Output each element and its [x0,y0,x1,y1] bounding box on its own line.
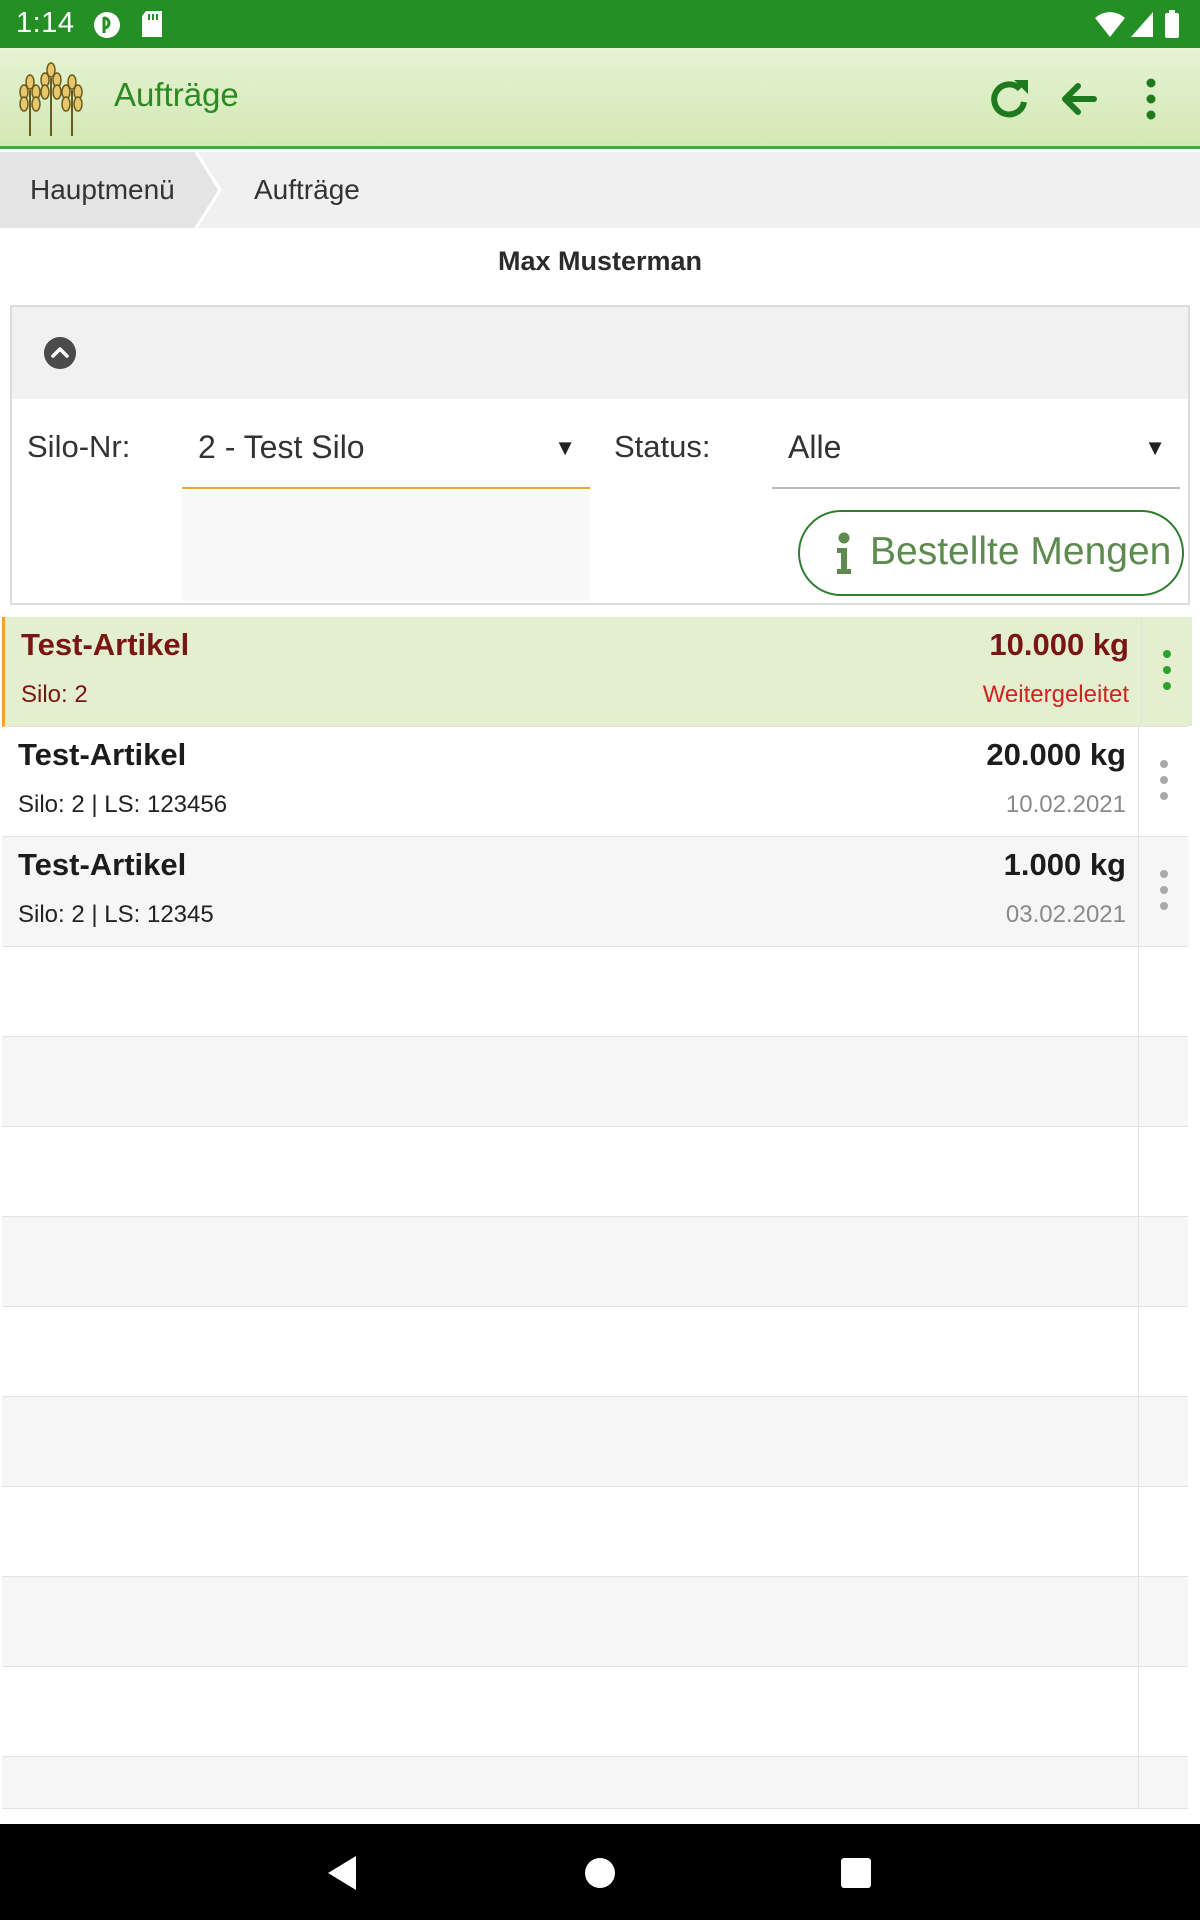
empty-row [2,1307,1188,1397]
empty-row [2,1487,1188,1577]
order-row[interactable]: Test-Artikel Silo: 2 10.000 kg Weitergel… [2,617,1192,727]
app-bar: Aufträge [0,48,1200,149]
status-time: 1:14 [16,7,75,39]
status-bar: 1:14 [0,0,1200,48]
sd-card-icon [142,11,162,37]
filter-panel: Silo-Nr: 2 - Test Silo ▼ Status: Alle ▼ … [10,305,1190,605]
order-row-content: Test-Artikel Silo: 2 | LS: 12345 1.000 k… [2,837,1138,946]
order-article: Test-Artikel [18,737,187,772]
more-vert-icon[interactable] [1157,757,1171,803]
empty-row [2,1667,1188,1757]
system-nav-bar [0,1824,1200,1920]
cell-signal-icon [1131,12,1153,37]
dropdown-arrow-icon: ▼ [1144,435,1166,460]
dropdown-arrow-icon: ▼ [554,435,576,460]
order-date: 03.02.2021 [1005,901,1126,928]
order-article: Test-Artikel [21,627,190,662]
battery-icon [1165,10,1179,38]
filter-panel-header [12,307,1188,399]
order-row[interactable]: Test-Artikel Silo: 2 | LS: 123456 20.000… [2,727,1188,837]
breadcrumb-home-label: Hauptmenü [30,174,175,205]
wheat-logo-icon [19,62,83,136]
order-details: Silo: 2 [21,681,88,708]
breadcrumb-current: Aufträge [254,174,360,205]
orders-list: Test-Artikel Silo: 2 10.000 kg Weitergel… [2,617,1192,1809]
status-label: Status: [614,429,711,464]
empty-row [2,1217,1188,1307]
order-quantity: 20.000 kg [986,737,1126,772]
more-vert-icon[interactable] [1126,74,1176,124]
empty-row [2,1757,1188,1809]
silo-select-value: 2 - Test Silo [198,429,365,465]
wifi-icon [1095,12,1125,38]
order-row-content: Test-Artikel Silo: 2 | LS: 123456 20.000… [2,727,1138,836]
order-status: Weitergeleitet [982,681,1129,708]
order-row-actions [1141,617,1192,726]
nav-home-icon[interactable] [575,1848,625,1898]
order-quantity: 1.000 kg [1003,847,1126,882]
ordered-quantities-button[interactable]: Bestellte Mengen [798,510,1184,596]
empty-row [2,1037,1188,1127]
order-row-actions [1138,837,1189,946]
silo-label: Silo-Nr: [27,429,131,464]
arrow-left-icon[interactable] [1054,74,1104,124]
app-title: Aufträge [114,76,239,113]
empty-row [2,1397,1188,1487]
ordered-quantities-label: Bestellte Mengen [870,530,1172,573]
status-select-value: Alle [788,429,842,465]
order-article: Test-Artikel [18,847,187,882]
empty-row [2,1127,1188,1217]
nav-recents-icon[interactable] [831,1848,881,1898]
empty-row [2,947,1188,1037]
order-details: Silo: 2 | LS: 123456 [18,791,228,818]
refresh-icon[interactable] [984,74,1034,124]
info-icon [837,532,851,574]
order-row[interactable]: Test-Artikel Silo: 2 | LS: 12345 1.000 k… [2,837,1189,947]
nav-back-icon[interactable] [318,1848,368,1898]
more-vert-icon[interactable] [1160,647,1174,693]
order-quantity: 10.000 kg [989,627,1129,662]
silo-select[interactable]: 2 - Test Silo ▼ [182,399,590,489]
breadcrumb-home[interactable]: Hauptmenü [0,152,222,228]
order-details: Silo: 2 | LS: 12345 [18,901,214,928]
status-select[interactable]: Alle ▼ [772,399,1180,489]
order-row-content: Test-Artikel Silo: 2 10.000 kg Weitergel… [5,617,1141,726]
order-row-actions [1138,727,1189,836]
empty-row [2,1577,1188,1667]
order-date: 10.02.2021 [1005,791,1126,818]
chevron-up-icon[interactable] [44,337,76,369]
silo-select-shade [182,491,590,601]
user-name: Max Musterman [497,246,703,276]
more-vert-icon[interactable] [1157,867,1171,913]
breadcrumb: Hauptmenü Aufträge [0,152,1200,228]
app-notification-icon [94,12,120,38]
